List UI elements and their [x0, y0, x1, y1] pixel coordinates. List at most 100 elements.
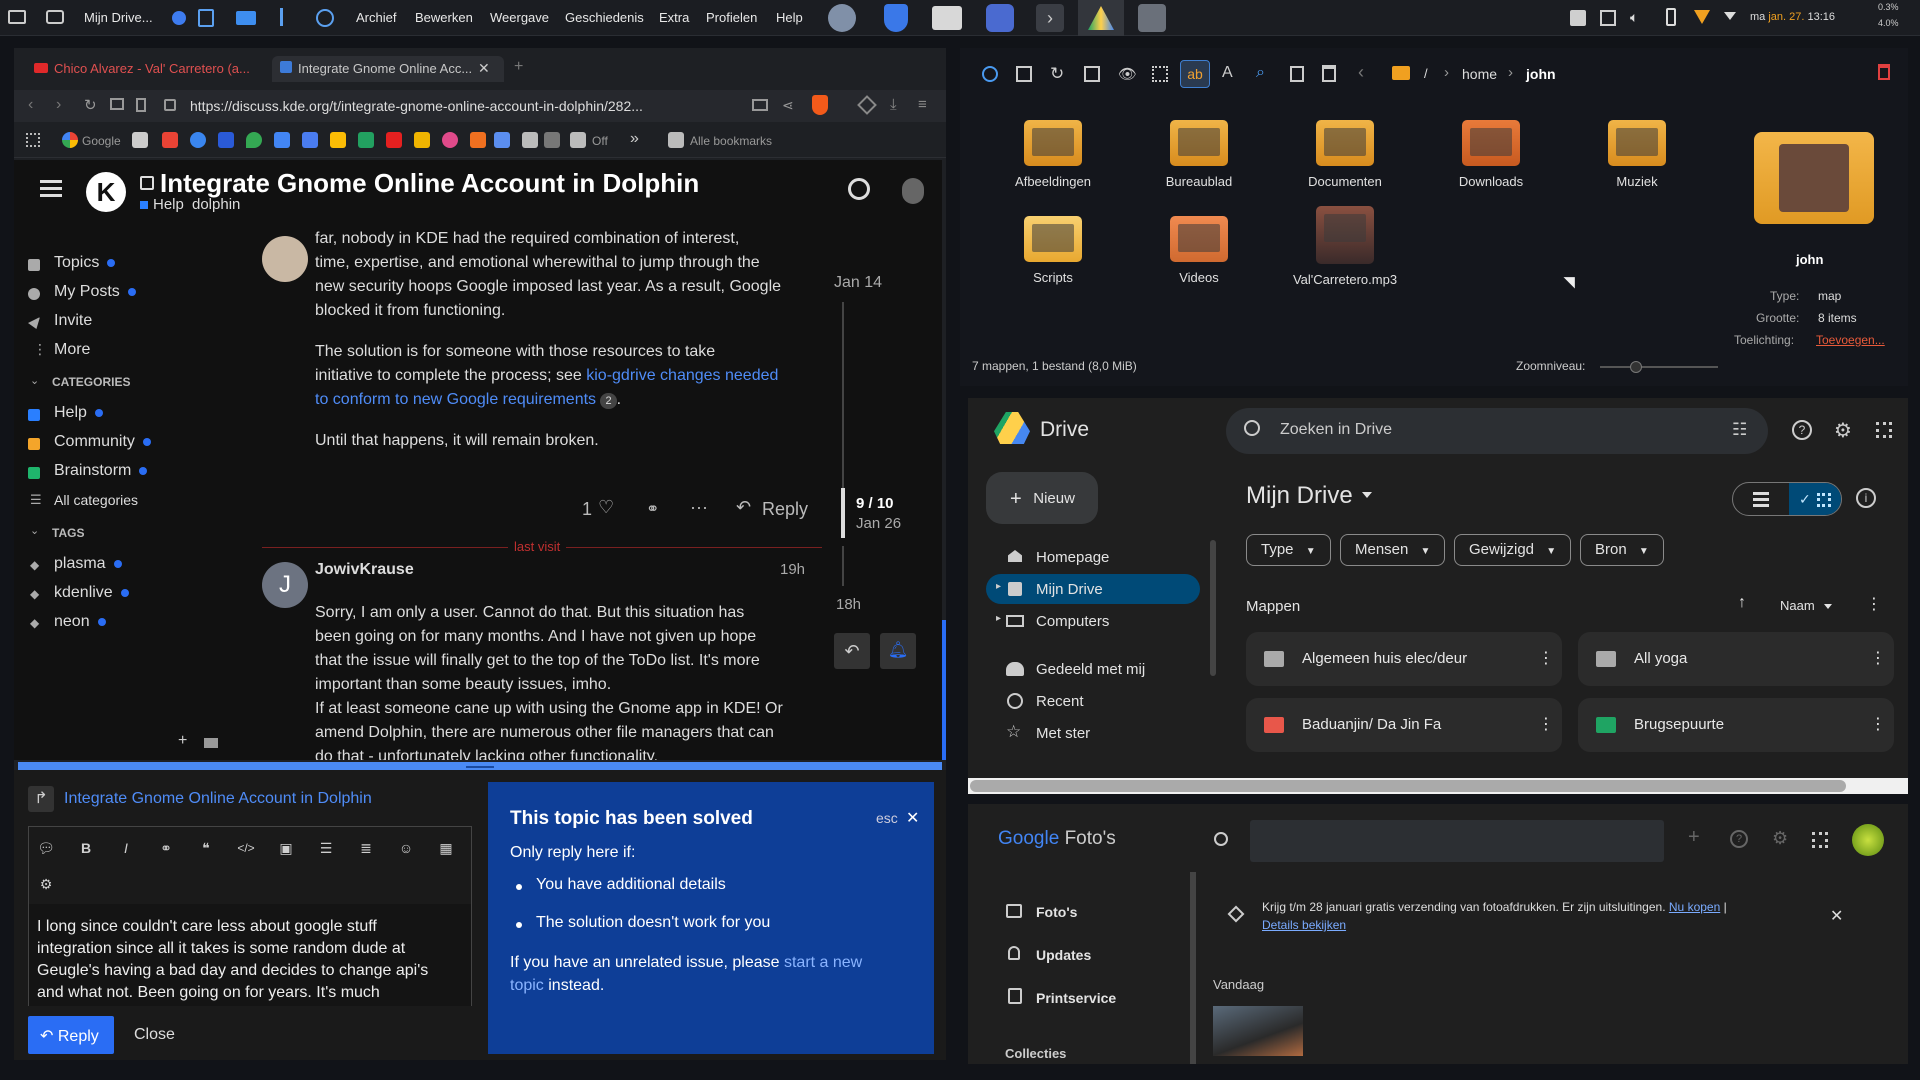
filter-gewijzigd[interactable]: Gewijzigd ▼	[1454, 534, 1572, 566]
window-icon[interactable]	[932, 6, 962, 30]
drive-bm-icon[interactable]	[330, 132, 346, 148]
search-icon[interactable]	[1214, 832, 1228, 846]
search-icon[interactable]	[848, 178, 870, 200]
menu-weergave[interactable]: Weergave	[490, 10, 549, 25]
photos-bm-icon[interactable]	[442, 132, 458, 148]
menu-icon[interactable]: ≡	[918, 96, 927, 113]
zoom-slider[interactable]	[1600, 366, 1718, 368]
kde-logo-icon[interactable]: K	[86, 172, 126, 212]
maps-icon[interactable]	[246, 132, 262, 148]
gmail-icon[interactable]	[162, 132, 178, 148]
bullet-list-icon[interactable]: ☰	[316, 838, 336, 858]
esc-label[interactable]: esc	[876, 810, 898, 826]
all-bookmarks-icon[interactable]	[668, 132, 684, 148]
url-input[interactable]: https://discuss.kde.org/t/integrate-gnom…	[190, 98, 643, 114]
composer-close-button[interactable]: Close	[134, 1026, 175, 1044]
bookmark-google[interactable]: Google	[82, 134, 121, 148]
sidebar-item-plasma[interactable]: plasma	[54, 555, 122, 573]
sidebar-item-more[interactable]: More	[54, 341, 90, 359]
drive-search-bar[interactable]: Zoeken in Drive ☷	[1226, 408, 1768, 454]
kebab-icon[interactable]: ⋮	[1538, 648, 1554, 668]
sidebar-item-kdenlive[interactable]: kdenlive	[54, 584, 129, 602]
more-icon[interactable]: ···	[690, 497, 708, 518]
drive-folder-card[interactable]: Baduanjin/ Da Jin Fa ⋮	[1246, 698, 1562, 752]
image-icon[interactable]: ▣	[276, 838, 296, 858]
grid-view-selected[interactable]	[1789, 483, 1841, 515]
grid-view-icon[interactable]	[1152, 66, 1168, 82]
kio-gdrive-link-2[interactable]: to conform to new Google requirements	[315, 391, 596, 408]
details-link[interactable]: Details bekijken	[1262, 918, 1346, 932]
sidebar-item-neon[interactable]: neon	[54, 613, 106, 631]
new-file-icon[interactable]	[1290, 66, 1304, 82]
start-topic-link[interactable]: start a new	[784, 954, 862, 971]
messenger-icon[interactable]	[190, 132, 206, 148]
apps-grid-icon[interactable]	[1876, 422, 1892, 438]
youtube-bm-icon[interactable]	[386, 132, 402, 148]
kebab-icon[interactable]: ⋮	[1538, 714, 1554, 734]
drive-nav-mijn-drive[interactable]: Mijn Drive	[1036, 581, 1103, 598]
forward-icon[interactable]: ›	[56, 96, 61, 114]
menu-archief[interactable]: Archief	[356, 10, 396, 25]
folder-icon[interactable]	[236, 11, 256, 25]
dolphin-tool-2-icon[interactable]	[1016, 66, 1032, 82]
all-bookmarks[interactable]: Alle bookmarks	[690, 134, 772, 148]
reply-arrow-icon[interactable]: ↶	[736, 497, 751, 518]
font-icon[interactable]: A	[1222, 64, 1233, 82]
drive-folder-card[interactable]: All yoga ⋮	[1578, 632, 1894, 686]
keyboard-icon[interactable]	[204, 738, 218, 748]
new-button[interactable]: + Nieuw	[986, 472, 1098, 524]
gear-icon[interactable]: ⚙	[36, 874, 56, 894]
refresh-icon[interactable]: ↻	[1050, 64, 1064, 84]
hamburger-icon[interactable]	[40, 180, 62, 183]
brave-icon[interactable]	[884, 4, 908, 32]
app-icon-gray[interactable]	[1138, 4, 1166, 32]
author-avatar[interactable]	[262, 236, 308, 282]
sidebar-item-invite[interactable]: Invite	[54, 312, 92, 330]
photos-nav-updates[interactable]: Updates	[1036, 947, 1091, 963]
tray-expand-icon[interactable]	[1724, 12, 1736, 20]
calendar-icon[interactable]	[274, 132, 290, 148]
brave-shield-icon[interactable]	[812, 95, 828, 115]
drive-folder-card[interactable]: Brugsepuurte ⋮	[1578, 698, 1894, 752]
download-icon[interactable]: ⤓	[890, 96, 897, 113]
sidebar-item-all-categories[interactable]: All categories	[54, 492, 138, 508]
more-options-icon[interactable]: ⋮	[1866, 594, 1882, 614]
new-tab-icon[interactable]: +	[514, 58, 523, 76]
translate-icon[interactable]	[494, 132, 510, 148]
extension-icon[interactable]	[857, 95, 877, 115]
close-tab-icon[interactable]: ✕	[478, 60, 490, 77]
find-icon[interactable]: ⌕	[1256, 64, 1265, 82]
browser-scrollbar[interactable]	[942, 620, 946, 760]
notification-bell-icon[interactable]: 🔔︎	[880, 633, 916, 669]
drive-nav-homepage[interactable]: Homepage	[1036, 549, 1109, 566]
app-icon-blue[interactable]	[986, 4, 1014, 32]
filter-mensen[interactable]: Mensen ▼	[1340, 534, 1446, 566]
composer-reply-button[interactable]: ↶ Reply	[28, 1016, 114, 1054]
filter-type[interactable]: Type ▼	[1246, 534, 1331, 566]
help-icon[interactable]: ?	[1730, 830, 1748, 848]
add-icon[interactable]: +	[178, 732, 187, 750]
folder-videos[interactable]: Videos	[1139, 216, 1259, 285]
sort-name[interactable]: Naam	[1780, 598, 1815, 613]
drive-nav-scrollbar[interactable]	[1210, 540, 1216, 676]
sidebar-item-community[interactable]: Community	[54, 433, 151, 451]
timeline-handle[interactable]	[841, 488, 845, 538]
photo-thumbnail[interactable]	[1213, 1006, 1303, 1056]
menu-help[interactable]: Help	[776, 10, 803, 25]
settings-gear-icon[interactable]: ⚙	[1834, 418, 1852, 443]
bookmark-icon[interactable]	[136, 98, 146, 112]
menu-extra[interactable]: Extra	[659, 10, 689, 25]
folder-downloads[interactable]: Downloads	[1431, 120, 1551, 189]
menu-geschiedenis[interactable]: Geschiedenis	[565, 10, 644, 25]
share-icon[interactable]: ⋖	[782, 97, 794, 114]
tags-heading[interactable]: TAGS	[52, 526, 84, 540]
site-info-icon[interactable]	[164, 99, 176, 111]
folder-muziek[interactable]: Muziek	[1577, 120, 1697, 189]
tab-music[interactable]: Chico Alvarez - Val' Carretero (a...	[26, 56, 266, 82]
grip-handle[interactable]	[466, 766, 494, 768]
composer-textarea[interactable]: I long since couldn't care less about go…	[29, 904, 471, 1006]
back-nav-icon[interactable]: ‹	[1358, 62, 1364, 83]
settings-icon[interactable]: ⚙	[1772, 828, 1788, 849]
start-topic-link-2[interactable]: topic	[510, 977, 544, 994]
drive-nav-computers[interactable]: Computers	[1036, 613, 1109, 630]
